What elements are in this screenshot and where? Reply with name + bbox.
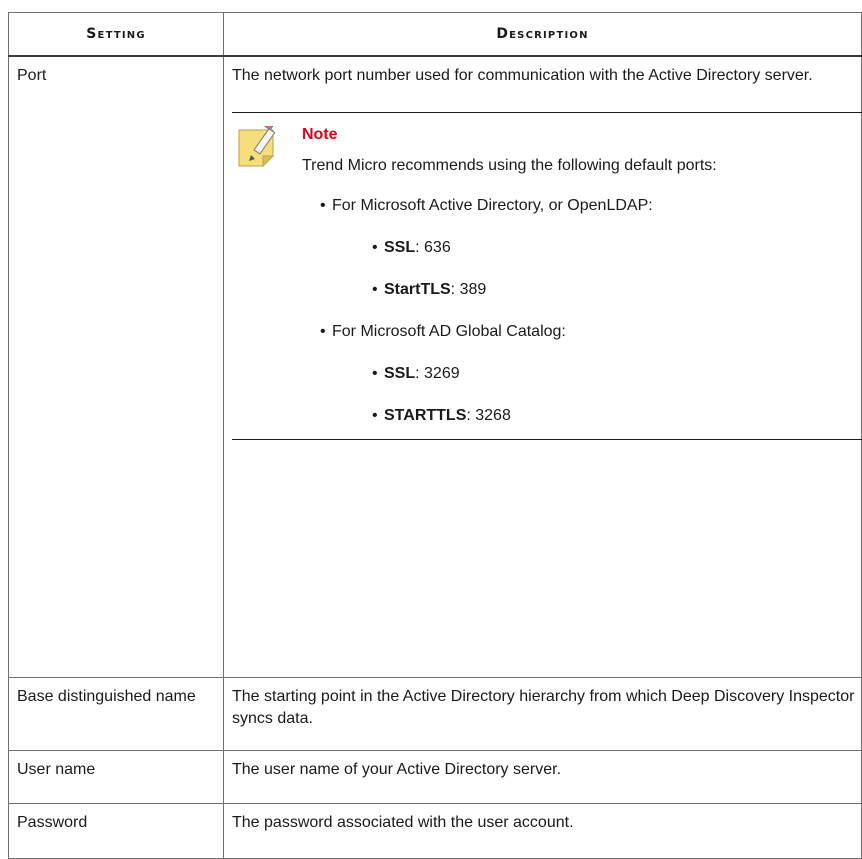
note-title: Note xyxy=(302,126,338,143)
list-item: • For Microsoft AD Global Catalog: xyxy=(320,321,862,343)
port-name: SSL xyxy=(384,365,416,382)
bullet-icon: • xyxy=(372,365,378,382)
port-value: : 3269 xyxy=(415,365,460,382)
setting-cell: Base distinguished name xyxy=(8,677,224,751)
bullet-icon: • xyxy=(320,323,326,340)
header-row: Setting Description xyxy=(8,12,862,57)
header-setting: Setting xyxy=(8,12,224,57)
group-label: For Microsoft AD Global Catalog: xyxy=(332,323,566,340)
bullet-icon: • xyxy=(372,407,378,424)
description-text: The network port number used for communi… xyxy=(232,67,813,84)
note-text: Trend Micro recommends using the followi… xyxy=(302,157,717,174)
list-item: • For Microsoft Active Directory, or Open… xyxy=(320,195,862,217)
table-row: User name The user name of your Active D… xyxy=(8,750,862,804)
port-name: STARTTLS xyxy=(384,407,467,424)
port-name: SSL xyxy=(384,239,416,256)
port-value: : 389 xyxy=(450,281,487,298)
port-value: : 3268 xyxy=(466,407,511,424)
port-value: : 636 xyxy=(415,239,451,256)
description-cell: The password associated with the user ac… xyxy=(223,803,862,859)
list-item: • SSL: 636 xyxy=(372,237,862,259)
description-cell: The network port number used for communi… xyxy=(223,55,862,678)
port-name: StartTLS xyxy=(384,281,451,298)
list-item: • SSL: 3269 xyxy=(372,363,862,385)
setting-cell: Password xyxy=(8,803,224,859)
note-pencil-icon xyxy=(238,126,276,168)
bullet-icon: • xyxy=(372,281,378,298)
list-item: • StartTLS: 389 xyxy=(372,279,862,301)
note-box: Note Trend Micro recommends using the fo… xyxy=(232,112,862,440)
table-row: Port The network port number used for co… xyxy=(8,55,862,678)
setting-cell: User name xyxy=(8,750,224,804)
table-row: Password The password associated with th… xyxy=(8,803,862,859)
header-description: Description xyxy=(223,12,862,57)
description-cell: The user name of your Active Directory s… xyxy=(223,750,862,804)
setting-cell: Port xyxy=(8,55,224,678)
description-cell: The starting point in the Active Directo… xyxy=(223,677,862,751)
bullet-icon: • xyxy=(320,197,326,214)
list-item: • STARTTLS: 3268 xyxy=(372,405,862,427)
bullet-icon: • xyxy=(372,239,378,256)
group-label: For Microsoft Active Directory, or OpenL… xyxy=(332,197,653,214)
settings-table: Setting Description Port The network por… xyxy=(8,12,862,859)
note-body: Note Trend Micro recommends using the fo… xyxy=(302,125,862,427)
table-row: Base distinguished name The starting poi… xyxy=(8,677,862,751)
